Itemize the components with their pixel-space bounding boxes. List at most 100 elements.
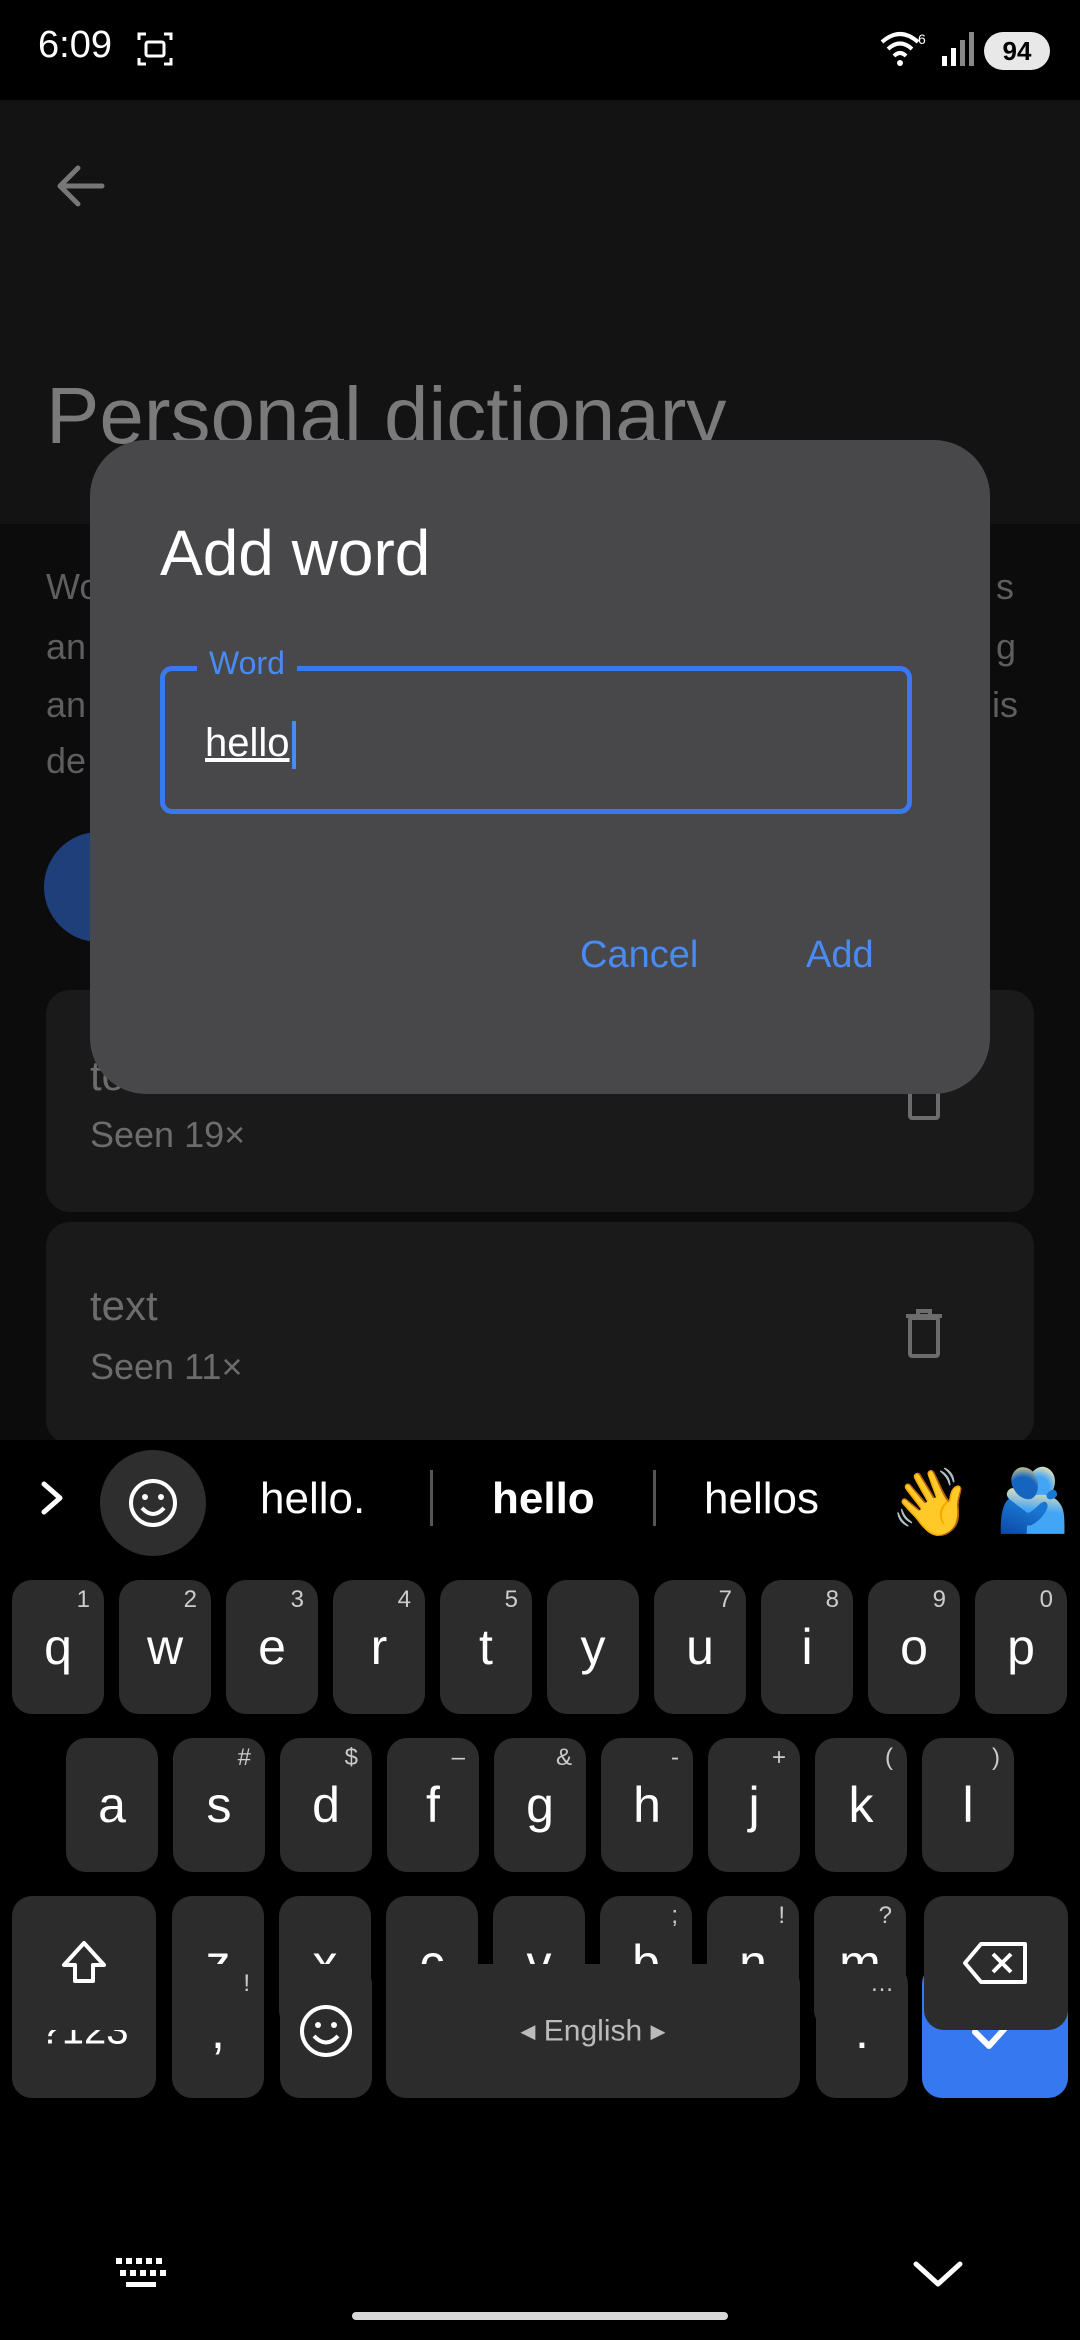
- keyboard-switch-icon[interactable]: [114, 2256, 170, 2292]
- key-y[interactable]: y: [547, 1580, 639, 1714]
- description-fragment: an: [46, 626, 87, 667]
- key-hint: #: [237, 1744, 251, 1771]
- key-hint: ;: [671, 1902, 678, 1929]
- key-label: j: [748, 1777, 760, 1833]
- key-label: u: [686, 1619, 714, 1675]
- key-label: d: [312, 1777, 340, 1833]
- key-a[interactable]: a: [66, 1738, 158, 1872]
- backspace-icon: [963, 1942, 1027, 1984]
- key-d[interactable]: d $: [280, 1738, 372, 1872]
- key-s[interactable]: s #: [173, 1738, 265, 1872]
- word-input-text: hello: [205, 721, 290, 765]
- home-indicator[interactable]: [352, 2312, 728, 2320]
- key-hint: 9: [932, 1586, 946, 1613]
- key-hint: -: [671, 1744, 679, 1771]
- key-label: l: [962, 1777, 974, 1833]
- key-u[interactable]: u7: [654, 1580, 746, 1714]
- key-hint: 5: [504, 1586, 518, 1613]
- comma-key-hint: !: [243, 1970, 250, 1997]
- waving-hand-emoji[interactable]: 👋: [890, 1464, 972, 1542]
- key-i[interactable]: i8: [761, 1580, 853, 1714]
- signal-icon: [942, 32, 974, 66]
- key-p[interactable]: p0: [975, 1580, 1067, 1714]
- word-input-value[interactable]: hello: [205, 721, 296, 770]
- key-hint: –: [451, 1744, 465, 1771]
- key-label: q: [44, 1619, 72, 1675]
- wifi-icon: 6: [880, 31, 926, 66]
- trash-icon[interactable]: [904, 1308, 944, 1360]
- key-label: r: [370, 1619, 388, 1675]
- word-input-label: Word: [197, 645, 297, 682]
- key-hint: &: [555, 1744, 572, 1771]
- key-label: o: [900, 1619, 928, 1675]
- key-hint: 2: [183, 1586, 197, 1613]
- key-q[interactable]: q1: [12, 1580, 104, 1714]
- period-key-hint: …: [870, 1970, 894, 1997]
- key-t[interactable]: t5: [440, 1580, 532, 1714]
- backspace-key[interactable]: [924, 1896, 1068, 2030]
- hug-emoji[interactable]: 🫂: [994, 1464, 1071, 1537]
- key-hint: 4: [397, 1586, 411, 1613]
- key-r[interactable]: r4: [333, 1580, 425, 1714]
- key-label: f: [426, 1777, 440, 1833]
- status-time: 6:09: [38, 24, 112, 66]
- dialog-title: Add word: [160, 517, 431, 589]
- key-label: s: [206, 1777, 232, 1833]
- key-label: h: [633, 1777, 661, 1833]
- wifi-badge: 6: [918, 31, 926, 47]
- add-button[interactable]: Add: [806, 934, 874, 977]
- description-fragment: an: [46, 684, 87, 725]
- cancel-button[interactable]: Cancel: [580, 934, 698, 977]
- suggestion-item[interactable]: hellos: [704, 1474, 819, 1524]
- key-j[interactable]: j +: [708, 1738, 800, 1872]
- key-hint: 0: [1039, 1586, 1053, 1613]
- key-hint: +: [771, 1744, 786, 1771]
- back-arrow-icon[interactable]: [44, 150, 116, 222]
- shift-icon: [62, 1941, 106, 1983]
- key-e[interactable]: e3: [226, 1580, 318, 1714]
- key-g[interactable]: g &: [494, 1738, 586, 1872]
- key-hint: ?: [878, 1902, 892, 1929]
- period-key[interactable]: . …: [816, 1964, 908, 2098]
- key-hint: !: [778, 1902, 785, 1929]
- comma-key[interactable]: , !: [172, 1964, 264, 2098]
- key-label: e: [258, 1619, 286, 1675]
- key-w[interactable]: w2: [119, 1580, 211, 1714]
- emoji-key[interactable]: [280, 1964, 372, 2098]
- suggestion-divider: [430, 1470, 433, 1526]
- key-l[interactable]: l): [922, 1738, 1014, 1872]
- key-hint: $: [344, 1744, 358, 1771]
- key-f[interactable]: f –: [387, 1738, 479, 1872]
- word-card[interactable]: text Seen 11×: [46, 1222, 1034, 1444]
- word-input[interactable]: Word hello: [160, 645, 912, 814]
- space-key[interactable]: ◂ English ▸: [386, 1964, 800, 2098]
- key-hint: 8: [825, 1586, 839, 1613]
- smiley-icon: [129, 1479, 177, 1527]
- add-word-dialog: Add word Word hello Cancel Add: [90, 440, 990, 1094]
- description-fragment: s: [996, 566, 1014, 607]
- comma-key-label: ,: [211, 2003, 225, 2059]
- key-label: i: [801, 1619, 813, 1675]
- emoji-button[interactable]: [100, 1450, 206, 1556]
- text-caret: [291, 721, 296, 770]
- suggestion-item[interactable]: hello: [492, 1474, 595, 1524]
- smiley-icon: [300, 2005, 352, 2057]
- screenshot-icon: [137, 32, 173, 66]
- key-k[interactable]: k(: [815, 1738, 907, 1872]
- key-h[interactable]: h-: [601, 1738, 693, 1872]
- keyboard: q1w2e3r4t5yu7i8o9p0 a s # d $ f – g & h - j + k(l) zx…: [0, 1560, 1080, 2200]
- key-label: y: [580, 1619, 606, 1675]
- description-fragment: is: [992, 684, 1018, 725]
- key-o[interactable]: o9: [868, 1580, 960, 1714]
- period-key-label: .: [855, 2003, 869, 2059]
- key-hint: 3: [290, 1586, 304, 1613]
- shift-key[interactable]: [12, 1896, 156, 2030]
- battery-indicator: 94: [984, 32, 1050, 70]
- word-seen-count: Seen 19×: [90, 1114, 246, 1155]
- key-hint: ): [992, 1744, 1000, 1771]
- hide-keyboard-icon[interactable]: [910, 2256, 966, 2292]
- chevron-right-icon[interactable]: [30, 1476, 74, 1520]
- language-label: English: [543, 2014, 643, 2048]
- space-key-label: ◂ English ▸: [520, 2014, 666, 2048]
- suggestion-item[interactable]: hello.: [260, 1474, 365, 1524]
